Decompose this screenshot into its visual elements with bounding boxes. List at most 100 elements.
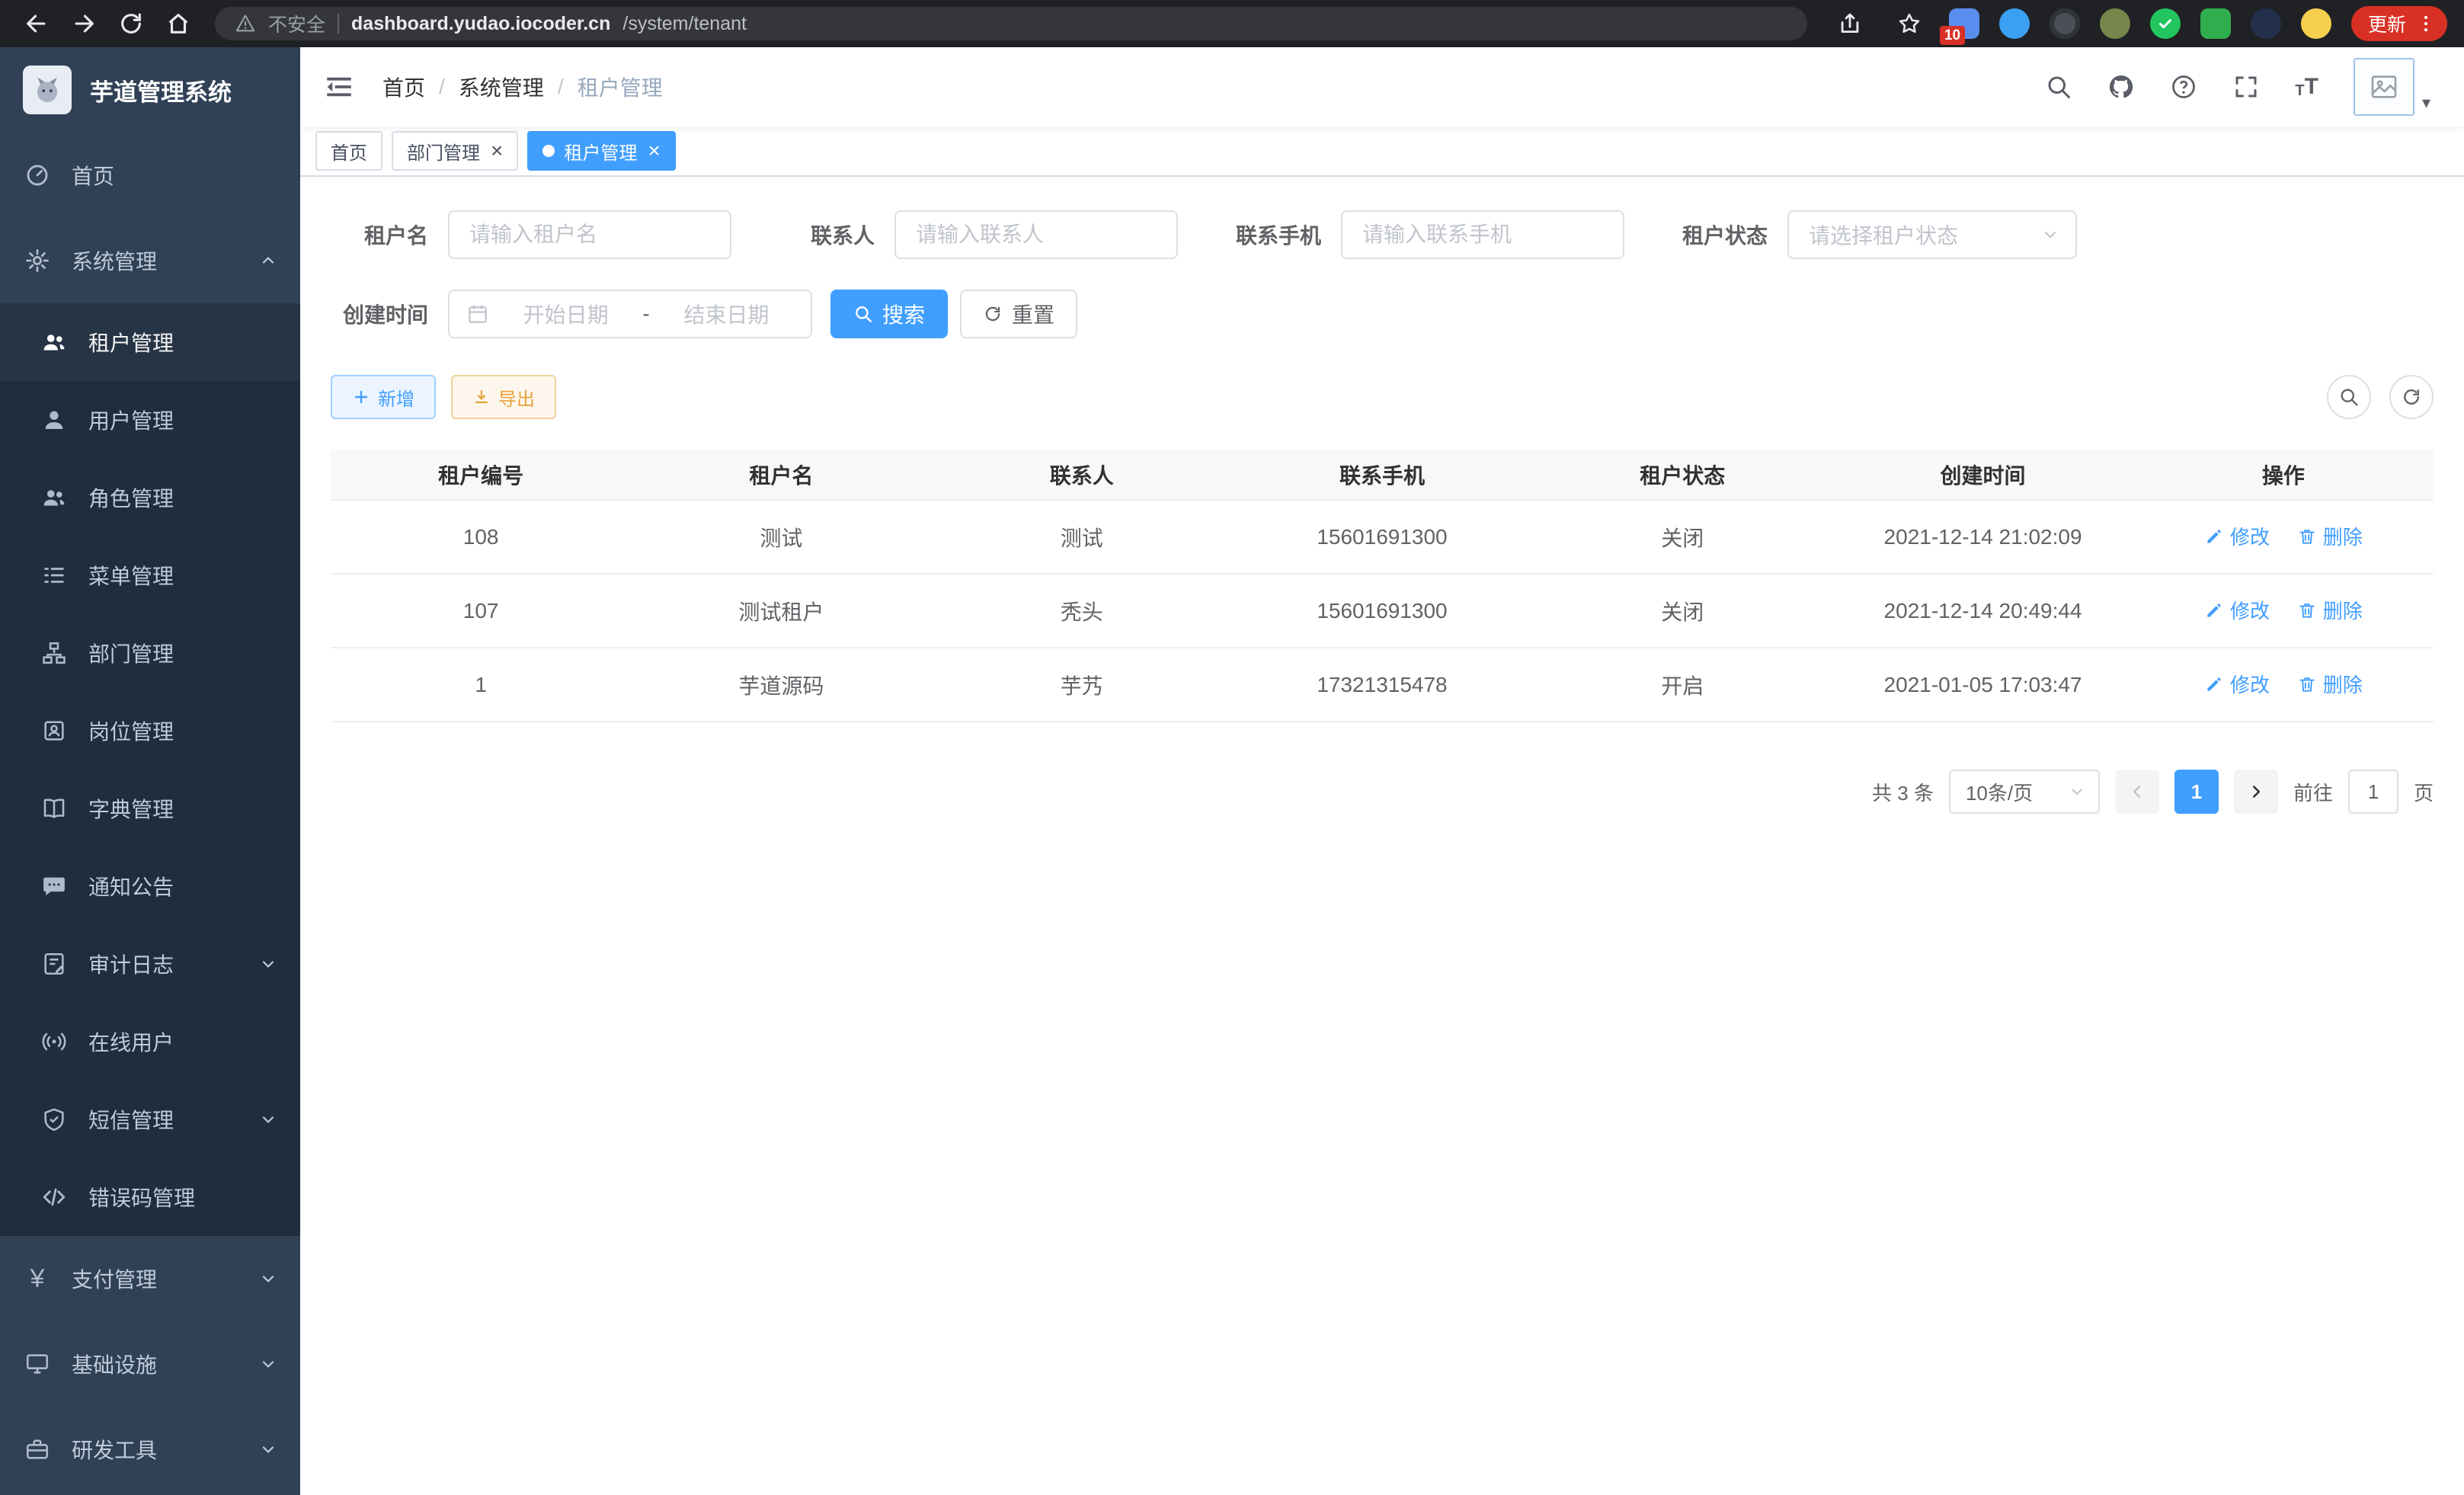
sidebar-item-role[interactable]: 角色管理: [0, 459, 300, 536]
sidebar-item-notice[interactable]: 通知公告: [0, 847, 300, 925]
breadcrumb-item[interactable]: 系统管理: [459, 72, 544, 102]
cell-created: 2021-12-14 21:02:09: [1832, 500, 2133, 574]
sidebar-item-dept[interactable]: 部门管理: [0, 614, 300, 692]
search-icon[interactable]: [2045, 73, 2072, 101]
github-icon[interactable]: [2107, 73, 2135, 101]
edit-link[interactable]: 修改: [2204, 522, 2270, 550]
sidebar-menu: 首页 系统管理 租户管理: [0, 133, 300, 1492]
org-tree-icon: [40, 640, 69, 666]
chevron-down-icon: [259, 1355, 277, 1373]
update-label: 更新: [2368, 10, 2406, 37]
address-bar[interactable]: 不安全 dashboard.yudao.iocoder.cn /system/t…: [215, 7, 1807, 40]
delete-label: 删除: [2323, 670, 2363, 698]
extension-icon[interactable]: [2150, 8, 2181, 39]
extension-icon[interactable]: [1999, 8, 2030, 39]
tab-dept[interactable]: 部门管理 ×: [392, 131, 518, 171]
sidebar-item-menu-manage[interactable]: 菜单管理: [0, 536, 300, 614]
browser-forward-icon[interactable]: [64, 4, 104, 43]
cell-created: 2021-12-14 20:49:44: [1832, 574, 2133, 648]
sidebar-toggle-icon[interactable]: [323, 71, 355, 103]
search-button[interactable]: 搜索: [830, 290, 948, 338]
app-logo-row[interactable]: 芋道管理系统: [0, 47, 300, 133]
export-button[interactable]: 导出: [451, 375, 556, 419]
browser-menu-icon[interactable]: [2415, 13, 2437, 34]
delete-link[interactable]: 删除: [2297, 596, 2363, 624]
cell-tenant-id: 108: [331, 500, 631, 574]
user-avatar-menu[interactable]: ▾: [2354, 58, 2430, 116]
extension-icon[interactable]: [2100, 8, 2130, 39]
create-time-label: 创建时间: [331, 299, 428, 329]
tab-close-icon[interactable]: ×: [491, 140, 503, 162]
sidebar-item-error-code[interactable]: 错误码管理: [0, 1158, 300, 1236]
page-number-button[interactable]: 1: [2174, 770, 2219, 814]
url-path: /system/tenant: [622, 13, 747, 35]
sidebar-item-user[interactable]: 用户管理: [0, 381, 300, 459]
extension-icon[interactable]: [2050, 8, 2080, 39]
sidebar-item-payment[interactable]: ¥ 支付管理: [0, 1236, 300, 1321]
avatar: [2354, 58, 2414, 116]
fullscreen-icon[interactable]: [2232, 73, 2260, 101]
extension-icon[interactable]: [2301, 8, 2331, 39]
plus-icon: [352, 388, 370, 406]
sidebar-item-tenant[interactable]: 租户管理: [0, 303, 300, 381]
bookmark-star-icon[interactable]: [1890, 4, 1929, 43]
menu-label: 字典管理: [88, 793, 174, 824]
sidebar-item-home[interactable]: 首页: [0, 133, 300, 218]
breadcrumb-item[interactable]: 首页: [382, 72, 425, 102]
goto-unit-label: 页: [2414, 778, 2434, 806]
tenant-name-input[interactable]: [448, 210, 731, 259]
breadcrumb-separator: /: [558, 75, 564, 99]
help-icon[interactable]: [2170, 73, 2197, 101]
cell-mobile: 15601691300: [1232, 574, 1532, 648]
menu-label: 角色管理: [88, 482, 174, 513]
date-range-picker[interactable]: 开始日期 - 结束日期: [448, 290, 812, 338]
sidebar-item-online-users[interactable]: 在线用户: [0, 1003, 300, 1080]
refresh-table-button[interactable]: [2389, 375, 2434, 419]
cell-actions: 修改 删除: [2133, 574, 2434, 648]
check-icon: [2150, 8, 2181, 39]
edit-link[interactable]: 修改: [2204, 596, 2270, 624]
toggle-search-button[interactable]: [2327, 375, 2371, 419]
page-size-value: 10条/页: [1966, 778, 2033, 806]
cell-created: 2021-01-05 17:03:47: [1832, 648, 2133, 722]
font-size-icon[interactable]: TT: [2295, 75, 2318, 98]
extension-icon[interactable]: 10: [1949, 8, 1979, 39]
column-header: 租户状态: [1532, 450, 1832, 500]
browser-back-icon[interactable]: [17, 4, 56, 43]
sidebar: 芋道管理系统 首页 系统管理: [0, 47, 300, 1495]
log-edit-icon: [40, 951, 69, 977]
contact-input[interactable]: [894, 210, 1178, 259]
sidebar-item-audit-log[interactable]: 审计日志: [0, 925, 300, 1003]
delete-link[interactable]: 删除: [2297, 670, 2363, 698]
share-icon[interactable]: [1830, 4, 1870, 43]
add-button[interactable]: 新增: [331, 375, 436, 419]
sidebar-item-dev-tools[interactable]: 研发工具: [0, 1407, 300, 1492]
url-host: dashboard.yudao.iocoder.cn: [351, 13, 610, 35]
browser-home-icon[interactable]: [158, 4, 198, 43]
system-submenu: 租户管理 用户管理 角色管理: [0, 303, 300, 1236]
chevron-down-icon: [259, 1440, 277, 1458]
extension-icon[interactable]: [2251, 8, 2281, 39]
tab-home[interactable]: 首页: [315, 131, 382, 171]
cell-status: 关闭: [1532, 574, 1832, 648]
sidebar-item-infra[interactable]: 基础设施: [0, 1321, 300, 1407]
sidebar-item-system[interactable]: 系统管理: [0, 218, 300, 303]
next-page-button[interactable]: [2234, 770, 2278, 814]
browser-reload-icon[interactable]: [111, 4, 151, 43]
sidebar-item-post[interactable]: 岗位管理: [0, 692, 300, 770]
edit-link[interactable]: 修改: [2204, 670, 2270, 698]
delete-link[interactable]: 删除: [2297, 522, 2363, 550]
tab-close-icon[interactable]: ×: [648, 140, 660, 162]
sidebar-item-sms[interactable]: 短信管理: [0, 1080, 300, 1158]
goto-page-input[interactable]: [2348, 770, 2398, 814]
reset-button[interactable]: 重置: [960, 290, 1077, 338]
page-size-select[interactable]: 10条/页: [1949, 770, 2100, 814]
mobile-input[interactable]: [1341, 210, 1624, 259]
tab-tenant[interactable]: 租户管理 ×: [527, 131, 675, 171]
prev-page-button[interactable]: [2115, 770, 2159, 814]
browser-update-button[interactable]: 更新: [2351, 6, 2447, 41]
sidebar-item-dict[interactable]: 字典管理: [0, 770, 300, 847]
extension-icon[interactable]: [2200, 8, 2231, 39]
status-select[interactable]: 请选择租户状态: [1787, 210, 2077, 259]
extension-badge: 10: [1940, 26, 1965, 45]
